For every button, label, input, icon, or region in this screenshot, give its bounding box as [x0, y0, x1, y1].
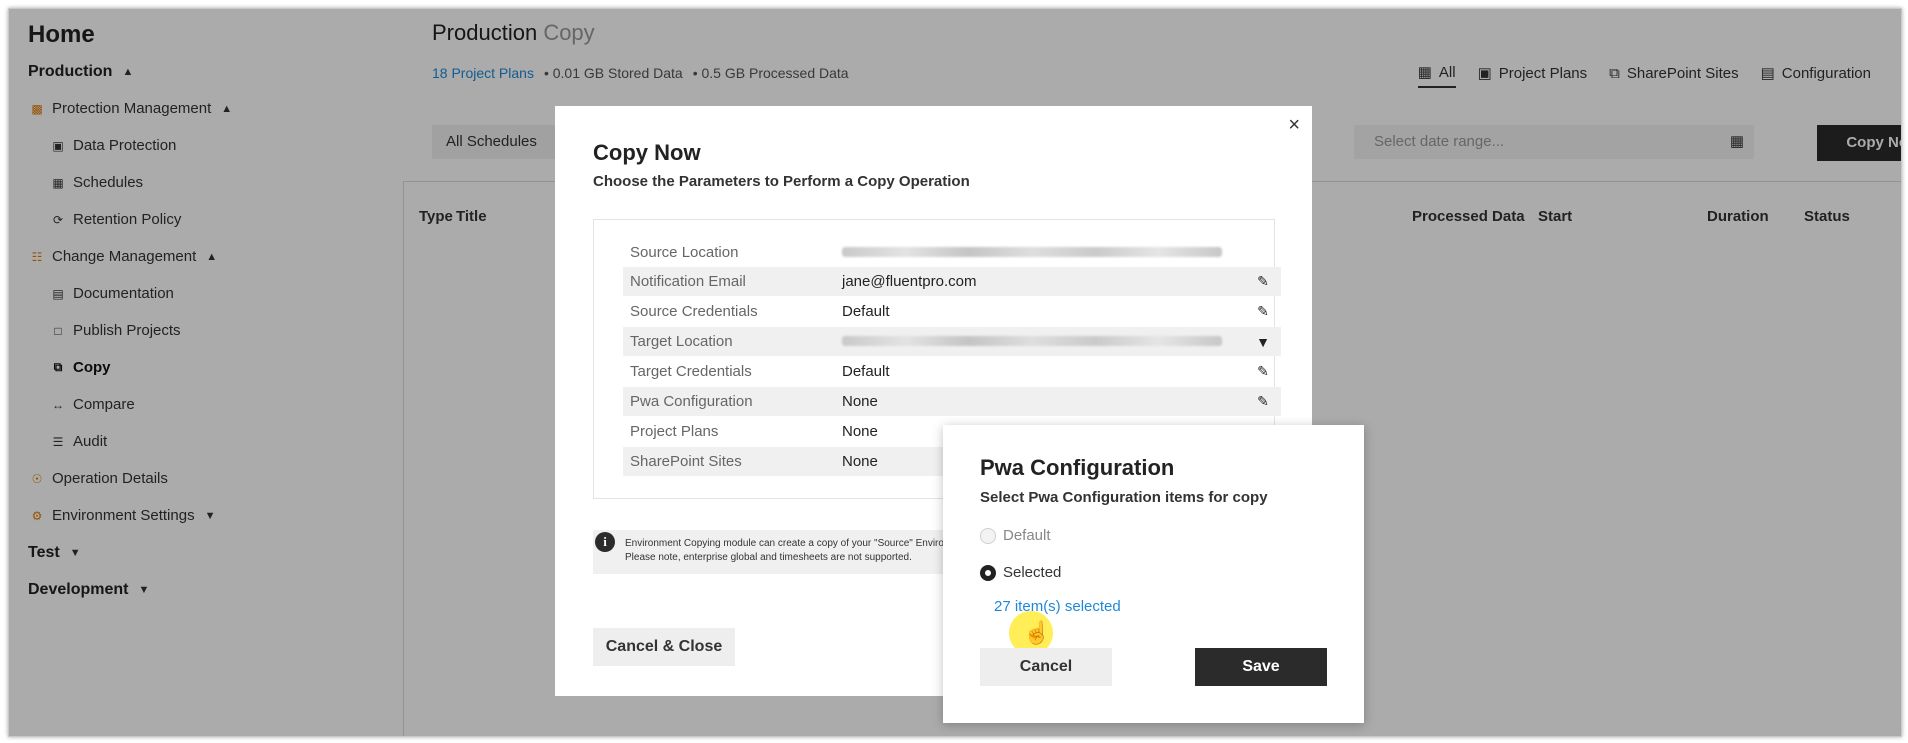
dialog-title: Pwa Configuration [980, 455, 1175, 480]
param-label: Pwa Configuration [630, 393, 753, 410]
items-selected-link[interactable]: 27 item(s) selected [994, 598, 1121, 615]
param-label: Notification Email [630, 273, 746, 290]
param-row-notification-email: Notification Email jane@fluentpro.com ✎ [623, 267, 1281, 296]
param-value: jane@fluentpro.com [842, 273, 977, 290]
param-label: Source Location [630, 244, 739, 261]
radio-button-unchecked[interactable] [980, 527, 996, 544]
pencil-icon[interactable]: ✎ [1253, 393, 1273, 410]
hand-pointer-icon: ☝ [1023, 620, 1051, 645]
radio-label: Default [1003, 527, 1051, 544]
info-notice: i Environment Copying module can create … [593, 530, 993, 574]
param-value: Default [842, 363, 890, 380]
info-icon: i [595, 532, 615, 552]
radio-button-checked[interactable] [980, 564, 996, 581]
radio-option-default[interactable]: Default [980, 527, 1051, 544]
pencil-icon[interactable]: ✎ [1253, 363, 1273, 380]
pencil-icon[interactable]: ✎ [1253, 303, 1273, 320]
info-text: Environment Copying module can create a … [625, 537, 989, 565]
param-row-target-location: Target Location ▼ [623, 327, 1281, 356]
param-value: None [842, 393, 878, 410]
radio-label: Selected [1003, 564, 1062, 581]
param-label: Target Credentials [630, 363, 752, 380]
app-window: Home Production ▲ ▩ Protection Managemen… [8, 8, 1902, 737]
param-value: Default [842, 303, 890, 320]
param-value [842, 333, 1253, 350]
dropdown-caret-icon[interactable]: ▼ [1253, 334, 1273, 350]
info-line-1: Environment Copying module can create a … [625, 538, 981, 549]
cancel-button[interactable]: Cancel [980, 648, 1112, 686]
save-button[interactable]: Save [1195, 648, 1327, 686]
redacted-value [842, 336, 1222, 346]
modal-subtitle: Choose the Parameters to Perform a Copy … [593, 173, 970, 190]
param-row-target-credentials: Target Credentials Default ✎ [623, 357, 1281, 386]
pwa-configuration-dialog: Pwa Configuration Select Pwa Configurati… [943, 425, 1364, 723]
param-label: Project Plans [630, 423, 719, 440]
param-row-pwa-configuration: Pwa Configuration None ✎ [623, 387, 1281, 416]
param-label: Target Location [630, 333, 733, 350]
cancel-close-button[interactable]: Cancel & Close [593, 628, 735, 666]
modal-title: Copy Now [593, 140, 701, 165]
param-value [842, 244, 1281, 261]
param-row-source-location: Source Location [623, 238, 1281, 267]
close-icon[interactable]: × [1288, 114, 1300, 137]
redacted-value [842, 247, 1222, 257]
info-line-2: Please note, enterprise global and times… [625, 552, 912, 563]
param-row-source-credentials: Source Credentials Default ✎ [623, 297, 1281, 326]
dialog-subtitle: Select Pwa Configuration items for copy [980, 489, 1268, 506]
param-label: Source Credentials [630, 303, 758, 320]
radio-option-selected[interactable]: Selected [980, 564, 1061, 581]
pencil-icon[interactable]: ✎ [1253, 273, 1273, 290]
param-label: SharePoint Sites [630, 453, 742, 470]
